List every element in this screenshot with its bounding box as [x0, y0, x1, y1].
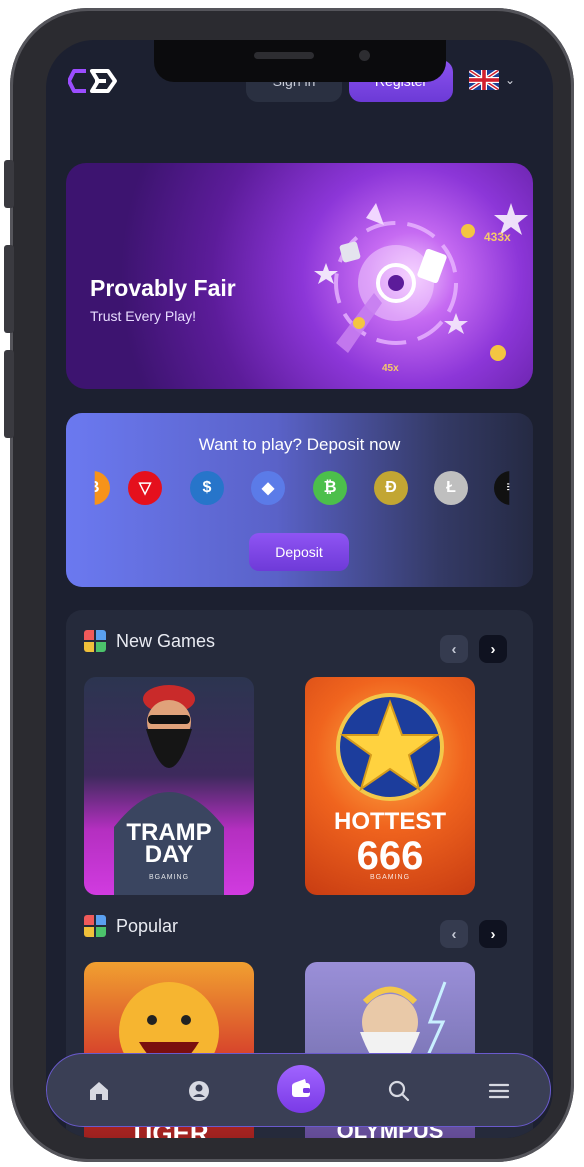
menu-icon[interactable]	[481, 1073, 517, 1109]
other-coin-icon: ≡	[494, 471, 510, 505]
game-title-line2: 666	[356, 834, 424, 878]
deposit-button[interactable]: Deposit	[249, 533, 349, 571]
game-card-hottest-666[interactable]: HOTTEST 666 BGAMING	[305, 677, 475, 895]
popular-next-button[interactable]: ›	[479, 920, 507, 948]
deposit-card: Want to play? Deposit now ₿ ▽ $ ◆ ₿ Ð Ł …	[66, 413, 533, 587]
brand-logo[interactable]	[68, 68, 128, 94]
promo-title: Provably Fair	[90, 275, 236, 301]
chevron-down-icon: ⌄	[505, 73, 516, 87]
app-screen: Sign in Register ⌄	[46, 40, 553, 1138]
svg-text:433x: 433x	[484, 230, 511, 244]
section-title: Popular	[116, 915, 179, 936]
phone-notch	[154, 40, 446, 82]
camera	[359, 50, 370, 61]
home-icon[interactable]	[81, 1073, 117, 1109]
promo-illustration: 433x 45x	[314, 203, 528, 374]
game-studio: BGAMING	[369, 874, 411, 881]
wallet-icon[interactable]	[277, 1065, 325, 1113]
uk-flag-icon	[469, 70, 499, 90]
phone-volume-up	[4, 245, 14, 333]
new-games-prev-button[interactable]: ‹	[440, 635, 468, 663]
popular-prev-button[interactable]: ‹	[440, 920, 468, 948]
section-title: New Games	[116, 630, 216, 651]
usd-coin-icon: $	[190, 471, 224, 505]
language-selector[interactable]: ⌄	[469, 70, 515, 90]
dogecoin-icon: Ð	[374, 471, 408, 505]
tron-icon: ▽	[128, 471, 162, 505]
new-games-next-button[interactable]: ›	[479, 635, 507, 663]
search-icon[interactable]	[381, 1073, 417, 1109]
speaker	[254, 52, 314, 59]
game-title: TRAMP DAY	[84, 821, 254, 868]
game-studio: BGAMING	[148, 874, 190, 881]
litecoin-icon: Ł	[434, 471, 468, 505]
bottom-navigation	[46, 1053, 551, 1127]
game-title-line2: DAY	[144, 841, 194, 868]
crypto-coin-strip: ₿ ▽ $ ◆ ₿ Ð Ł ≡	[66, 471, 533, 511]
bitcoin-cash-icon: ₿	[313, 471, 347, 505]
ethereum-icon: ◆	[251, 471, 285, 505]
bitcoin-icon: ₿	[94, 471, 110, 505]
promo-subtitle: Trust Every Play!	[90, 308, 197, 324]
promo-banner[interactable]: 433x 45x Provably Fair Trust Every Play!	[66, 163, 533, 389]
section-header-popular: Popular	[84, 915, 178, 937]
phone-side-button	[4, 160, 14, 208]
svg-text:45x: 45x	[382, 363, 399, 374]
profile-icon[interactable]	[181, 1073, 217, 1109]
deposit-title: Want to play? Deposit now	[198, 435, 401, 454]
game-card-tramp-day[interactable]: TRAMP DAY BGAMING	[84, 677, 254, 895]
game-title: HOTTEST 666	[305, 805, 475, 878]
section-header-new-games: New Games	[84, 630, 215, 652]
games-grid-icon	[84, 915, 106, 937]
phone-volume-down	[4, 350, 14, 438]
games-grid-icon	[84, 630, 106, 652]
